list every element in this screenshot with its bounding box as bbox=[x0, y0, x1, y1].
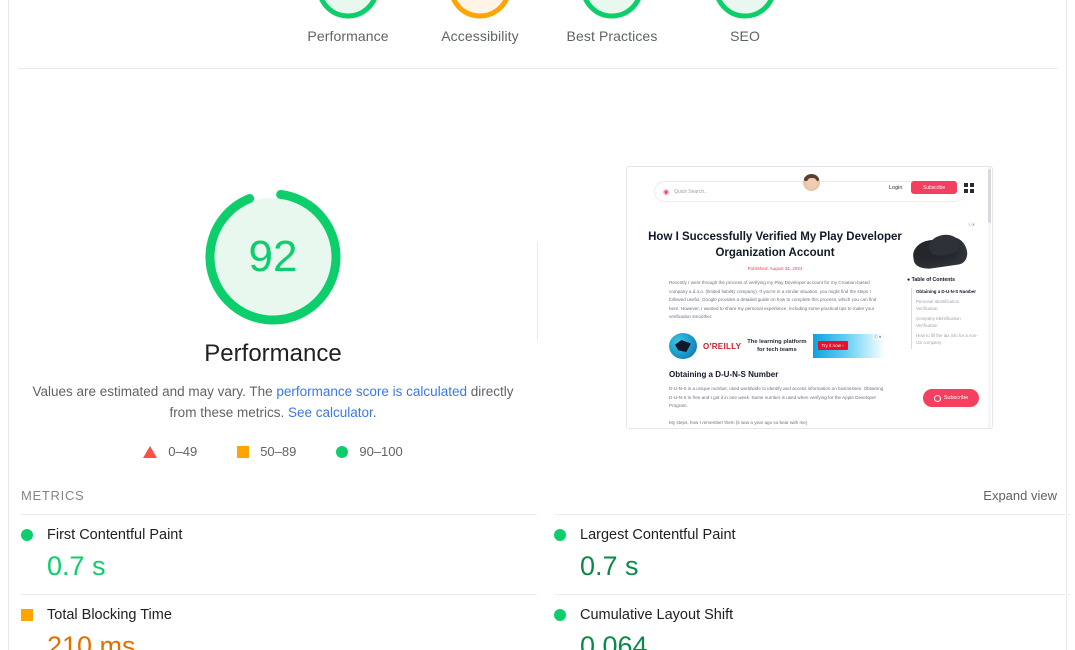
thumbnail-ad-text: The learning platform for tech teams bbox=[747, 338, 806, 354]
circle-icon bbox=[554, 529, 566, 541]
score-legend: 0–49 50–89 90–100 bbox=[9, 444, 537, 459]
metric-value: 210 ms bbox=[47, 631, 136, 650]
toc-item[interactable]: Obtaining a D-U-N-S Number bbox=[916, 288, 979, 296]
metric-row-cumulative-layout-shift[interactable]: Cumulative Layout Shift 0.064 bbox=[554, 594, 1070, 650]
thumbnail-ad-banner[interactable]: O'REILLY The learning platform for tech … bbox=[669, 331, 887, 361]
score-description-text-1: Values are estimated and may vary. The bbox=[32, 384, 277, 399]
metric-row-first-contentful-paint[interactable]: First Contentful Paint 0.7 s bbox=[21, 514, 537, 594]
triangle-icon bbox=[143, 445, 158, 458]
gauge-ring bbox=[546, 0, 678, 20]
score-thumbnail-divider bbox=[537, 242, 538, 340]
ad-choices-icon: ⓘ ✕ bbox=[873, 335, 883, 340]
thumbnail-ad-text-line1: The learning platform bbox=[747, 339, 807, 345]
metrics-heading: METRICS bbox=[21, 488, 85, 503]
thumbnail-section-body-text: D-U-N-S is a unique number, used worldwi… bbox=[669, 386, 884, 408]
gauge-label: Best Practices bbox=[566, 28, 658, 44]
metric-value: 0.064 bbox=[580, 631, 648, 650]
legend-range: 0–49 bbox=[168, 444, 198, 459]
sidebar-adchoices-icon: ⓘ✕ bbox=[968, 223, 975, 227]
category-gauge-best-practices[interactable]: Best Practices bbox=[546, 0, 678, 44]
bell-icon bbox=[933, 394, 941, 402]
performance-score-calculated-link[interactable]: performance score is calculated bbox=[276, 384, 467, 399]
avatar bbox=[803, 174, 820, 191]
metrics-column-right: Largest Contentful Paint 0.7 s Cumulativ… bbox=[554, 514, 1070, 650]
gauge-ring bbox=[679, 0, 811, 20]
metrics-header: METRICS Expand view bbox=[9, 482, 1066, 514]
legend-item-pass: 90–100 bbox=[336, 444, 403, 459]
thumbnail-search-placeholder: Quick Search.. bbox=[674, 188, 707, 195]
performance-score-title: Performance bbox=[204, 340, 342, 367]
see-calculator-link[interactable]: See calculator bbox=[288, 405, 373, 420]
thumbnail-ad-text-line2: for tech teams bbox=[757, 347, 797, 353]
gauge-ring bbox=[282, 0, 414, 20]
oreilly-logo-icon bbox=[669, 333, 697, 359]
thumbnail-body-paragraph: Recently I went through the process of v… bbox=[669, 280, 877, 319]
circle-icon bbox=[554, 609, 566, 621]
toc-item[interactable]: Company Identification Verification bbox=[916, 315, 979, 330]
thumbnail-ad-creative[interactable]: ⓘ ✕ Try it now › bbox=[812, 334, 885, 358]
legend-item-average: 50–89 bbox=[237, 444, 296, 459]
thumbnail-toc-title: ● Table of Contents bbox=[907, 277, 955, 283]
metric-name: Total Blocking Time bbox=[47, 607, 172, 623]
gauge-label: Performance bbox=[307, 28, 389, 44]
metric-value: 0.7 s bbox=[47, 551, 106, 581]
legend-range: 50–89 bbox=[260, 444, 297, 459]
thumbnail-ad-button[interactable]: Try it now › bbox=[817, 341, 848, 350]
toc-item[interactable]: How to fill the tax info for a non-US co… bbox=[916, 332, 979, 347]
legend-item-fail: 0–49 bbox=[143, 444, 197, 459]
performance-score-value: 92 bbox=[248, 232, 298, 281]
gauge-ring bbox=[414, 0, 546, 20]
final-screenshot-thumbnail[interactable]: ◉ Quick Search.. Login Subscribe How I S… bbox=[626, 166, 993, 429]
score-description: Values are estimated and may vary. The p… bbox=[9, 381, 537, 423]
score-description-text-3: . bbox=[372, 405, 377, 420]
grid-menu-icon[interactable] bbox=[964, 183, 974, 193]
search-icon: ◉ bbox=[663, 188, 670, 196]
thumbnail-section-body: D-U-N-S is a unique number, used worldwi… bbox=[669, 385, 887, 428]
category-gauge-strip: Performance Accessibility Best Practices… bbox=[9, 0, 1066, 68]
thumbnail-article-title: How I Successfully Verified My Play Deve… bbox=[648, 231, 902, 259]
metric-name: Cumulative Layout Shift bbox=[580, 607, 734, 623]
circle-icon bbox=[336, 445, 349, 458]
performance-gauge[interactable]: 92 bbox=[203, 187, 343, 327]
metric-value: 0.7 s bbox=[580, 551, 639, 581]
lighthouse-report: Performance Accessibility Best Practices… bbox=[0, 0, 1075, 650]
square-icon bbox=[237, 445, 250, 458]
thumbnail-published-date: Published: August 31, 2024 bbox=[747, 266, 803, 271]
thumbnail-subscribe-fab[interactable]: Subscribe bbox=[923, 389, 979, 407]
metrics-column-left: First Contentful Paint 0.7 s Total Block… bbox=[21, 514, 537, 650]
pin-icon: ● bbox=[907, 277, 911, 283]
expand-view-button[interactable]: Expand view bbox=[983, 488, 1057, 503]
performance-score-pane: 92 Performance Values are estimated and … bbox=[9, 69, 537, 481]
thumbnail-toc-list: Obtaining a D-U-N-S Number Personal Iden… bbox=[911, 288, 979, 349]
thumbnail-section-body-tail: My steps, how I remember them (it was a … bbox=[669, 420, 808, 425]
gauge-label: SEO bbox=[730, 28, 760, 44]
square-icon bbox=[21, 609, 33, 621]
category-gauge-seo[interactable]: SEO bbox=[679, 0, 811, 44]
metric-name: Largest Contentful Paint bbox=[580, 527, 736, 543]
thumbnail-subscribe-button[interactable]: Subscribe bbox=[911, 181, 957, 194]
metric-name: First Contentful Paint bbox=[47, 527, 183, 543]
toc-title-text: Table of Contents bbox=[911, 277, 956, 283]
category-gauge-accessibility[interactable]: Accessibility bbox=[414, 0, 546, 44]
metric-row-largest-contentful-paint[interactable]: Largest Contentful Paint 0.7 s bbox=[554, 514, 1070, 594]
thumbnail-fab-label: Subscribe bbox=[943, 395, 969, 401]
legend-range: 90–100 bbox=[359, 444, 403, 459]
thumbnail-login-link[interactable]: Login bbox=[889, 185, 902, 191]
gauge-label: Accessibility bbox=[441, 28, 519, 44]
mouse-product-image bbox=[907, 231, 973, 271]
thumbnail-scrollbar[interactable] bbox=[988, 169, 991, 223]
metric-row-total-blocking-time[interactable]: Total Blocking Time 210 ms bbox=[21, 594, 537, 650]
toc-item[interactable]: Personal Identification Verification bbox=[916, 298, 979, 313]
thumbnail-section-heading: Obtaining a D-U-N-S Number bbox=[669, 370, 779, 379]
thumbnail-ad-brand: O'REILLY bbox=[703, 341, 742, 351]
category-gauge-performance[interactable]: Performance bbox=[282, 0, 414, 44]
circle-icon bbox=[21, 529, 33, 541]
